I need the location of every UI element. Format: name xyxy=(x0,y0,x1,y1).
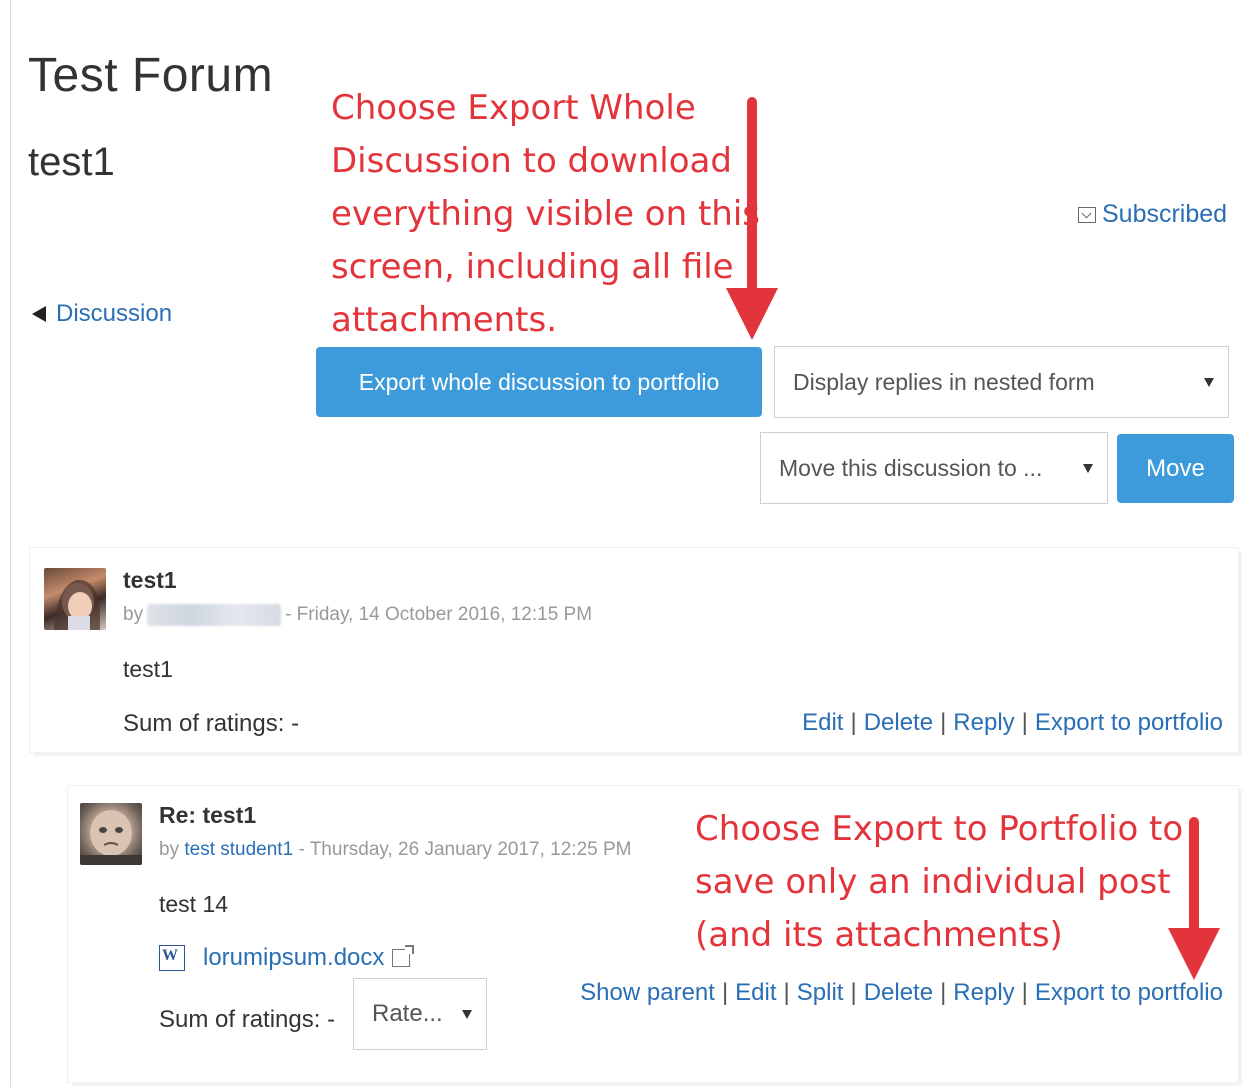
separator: | xyxy=(783,979,790,1006)
red-arrow-icon xyxy=(726,97,778,340)
left-triangle-icon xyxy=(32,306,46,322)
author-link[interactable]: test student1 xyxy=(184,839,293,860)
separator: | xyxy=(850,709,857,736)
post-body: test1 xyxy=(123,656,173,682)
move-discussion-select[interactable]: Move this discussion to ... xyxy=(760,432,1108,504)
attachment-filename: lorumipsum.docx xyxy=(203,944,385,971)
redacted-author xyxy=(147,604,282,626)
separator: | xyxy=(940,979,947,1006)
post-commands: Edit | Delete | Reply | Export to portfolio xyxy=(802,709,1223,737)
annotation-line: everything visible on this xyxy=(331,194,761,234)
annotation-export-whole: Choose Export Whole Discussion to downlo… xyxy=(331,82,760,347)
annotation-line: Choose Export Whole xyxy=(331,88,696,128)
dropdown-caret-icon xyxy=(1083,464,1093,473)
display-mode-select[interactable]: Display replies in nested form xyxy=(774,346,1229,418)
checkbox-icon xyxy=(1078,206,1096,223)
export-to-portfolio-icon[interactable] xyxy=(392,945,415,967)
discussion-link-label: Discussion xyxy=(56,300,173,327)
annotation-line: screen, including all file xyxy=(331,247,734,287)
subscribed-label: Subscribed xyxy=(1102,200,1228,228)
subscribed-toggle[interactable]: Subscribed xyxy=(1078,200,1227,229)
annotation-export-post: Choose Export to Portfolio to save only … xyxy=(695,803,1183,962)
show-parent-link[interactable]: Show parent xyxy=(580,979,715,1006)
move-button[interactable]: Move xyxy=(1117,434,1234,503)
avatar-photo-icon xyxy=(54,579,100,630)
annotation-line: Discussion to download xyxy=(331,141,732,181)
edit-link[interactable]: Edit xyxy=(802,709,843,736)
sum-of-ratings: Sum of ratings: - xyxy=(123,710,300,737)
post-date: - Friday, 14 October 2016, 12:15 PM xyxy=(285,604,593,626)
page-title: Test Forum xyxy=(28,49,274,102)
sum-of-ratings: Sum of ratings: - xyxy=(159,1006,336,1033)
reply-link[interactable]: Reply xyxy=(953,979,1014,1006)
post-body: test 14 xyxy=(159,891,229,917)
separator: | xyxy=(1021,709,1028,736)
post-by: by xyxy=(123,604,144,626)
rate-select[interactable]: Rate... xyxy=(353,978,487,1050)
attachment-link[interactable]: W lorumipsum.docx xyxy=(159,944,415,972)
annotation-line: save only an individual post xyxy=(695,862,1171,902)
post-by: by xyxy=(159,839,180,860)
export-to-portfolio-link[interactable]: Export to portfolio xyxy=(1035,709,1223,736)
avatar[interactable] xyxy=(44,568,106,630)
separator: | xyxy=(850,979,857,1006)
separator: | xyxy=(940,709,947,736)
delete-link[interactable]: Delete xyxy=(864,979,933,1006)
post-date: - Thursday, 26 January 2017, 12:25 PM xyxy=(298,839,632,860)
move-discussion-value: Move this discussion to ... xyxy=(779,454,1043,481)
annotation-line: Choose Export to Portfolio to xyxy=(695,809,1184,849)
post-subject: test1 xyxy=(123,567,177,593)
avatar-photo-icon xyxy=(80,810,142,865)
dropdown-caret-icon xyxy=(462,1010,472,1019)
red-arrow-icon xyxy=(1168,817,1220,980)
avatar[interactable] xyxy=(80,803,142,865)
edit-link[interactable]: Edit xyxy=(735,979,776,1006)
post-commands: Show parent | Edit | Split | Delete | Reply | Expo… xyxy=(580,979,1223,1007)
export-whole-discussion-button[interactable]: Export whole discussion to portfolio xyxy=(316,347,762,417)
discussion-title: test1 xyxy=(28,140,115,184)
delete-link[interactable]: Delete xyxy=(864,709,933,736)
annotation-line: (and its attachments) xyxy=(695,915,1063,955)
annotation-line: attachments. xyxy=(331,300,558,340)
post-meta: by - Friday, 14 October 2016, 12:15 PM xyxy=(123,604,592,626)
word-document-icon: W xyxy=(159,945,185,971)
discussion-back-link[interactable]: Discussion xyxy=(32,300,172,328)
post-subject: Re: test1 xyxy=(159,802,257,828)
display-mode-value: Display replies in nested form xyxy=(793,368,1095,395)
split-link[interactable]: Split xyxy=(797,979,844,1006)
separator: | xyxy=(721,979,729,1006)
reply-link[interactable]: Reply xyxy=(953,709,1014,736)
rate-value: Rate... xyxy=(372,1000,443,1027)
separator: | xyxy=(1021,979,1028,1006)
dropdown-caret-icon xyxy=(1204,378,1214,387)
page-border xyxy=(10,0,11,1087)
post-meta: by test student1 - Thursday, 26 January … xyxy=(159,839,632,861)
